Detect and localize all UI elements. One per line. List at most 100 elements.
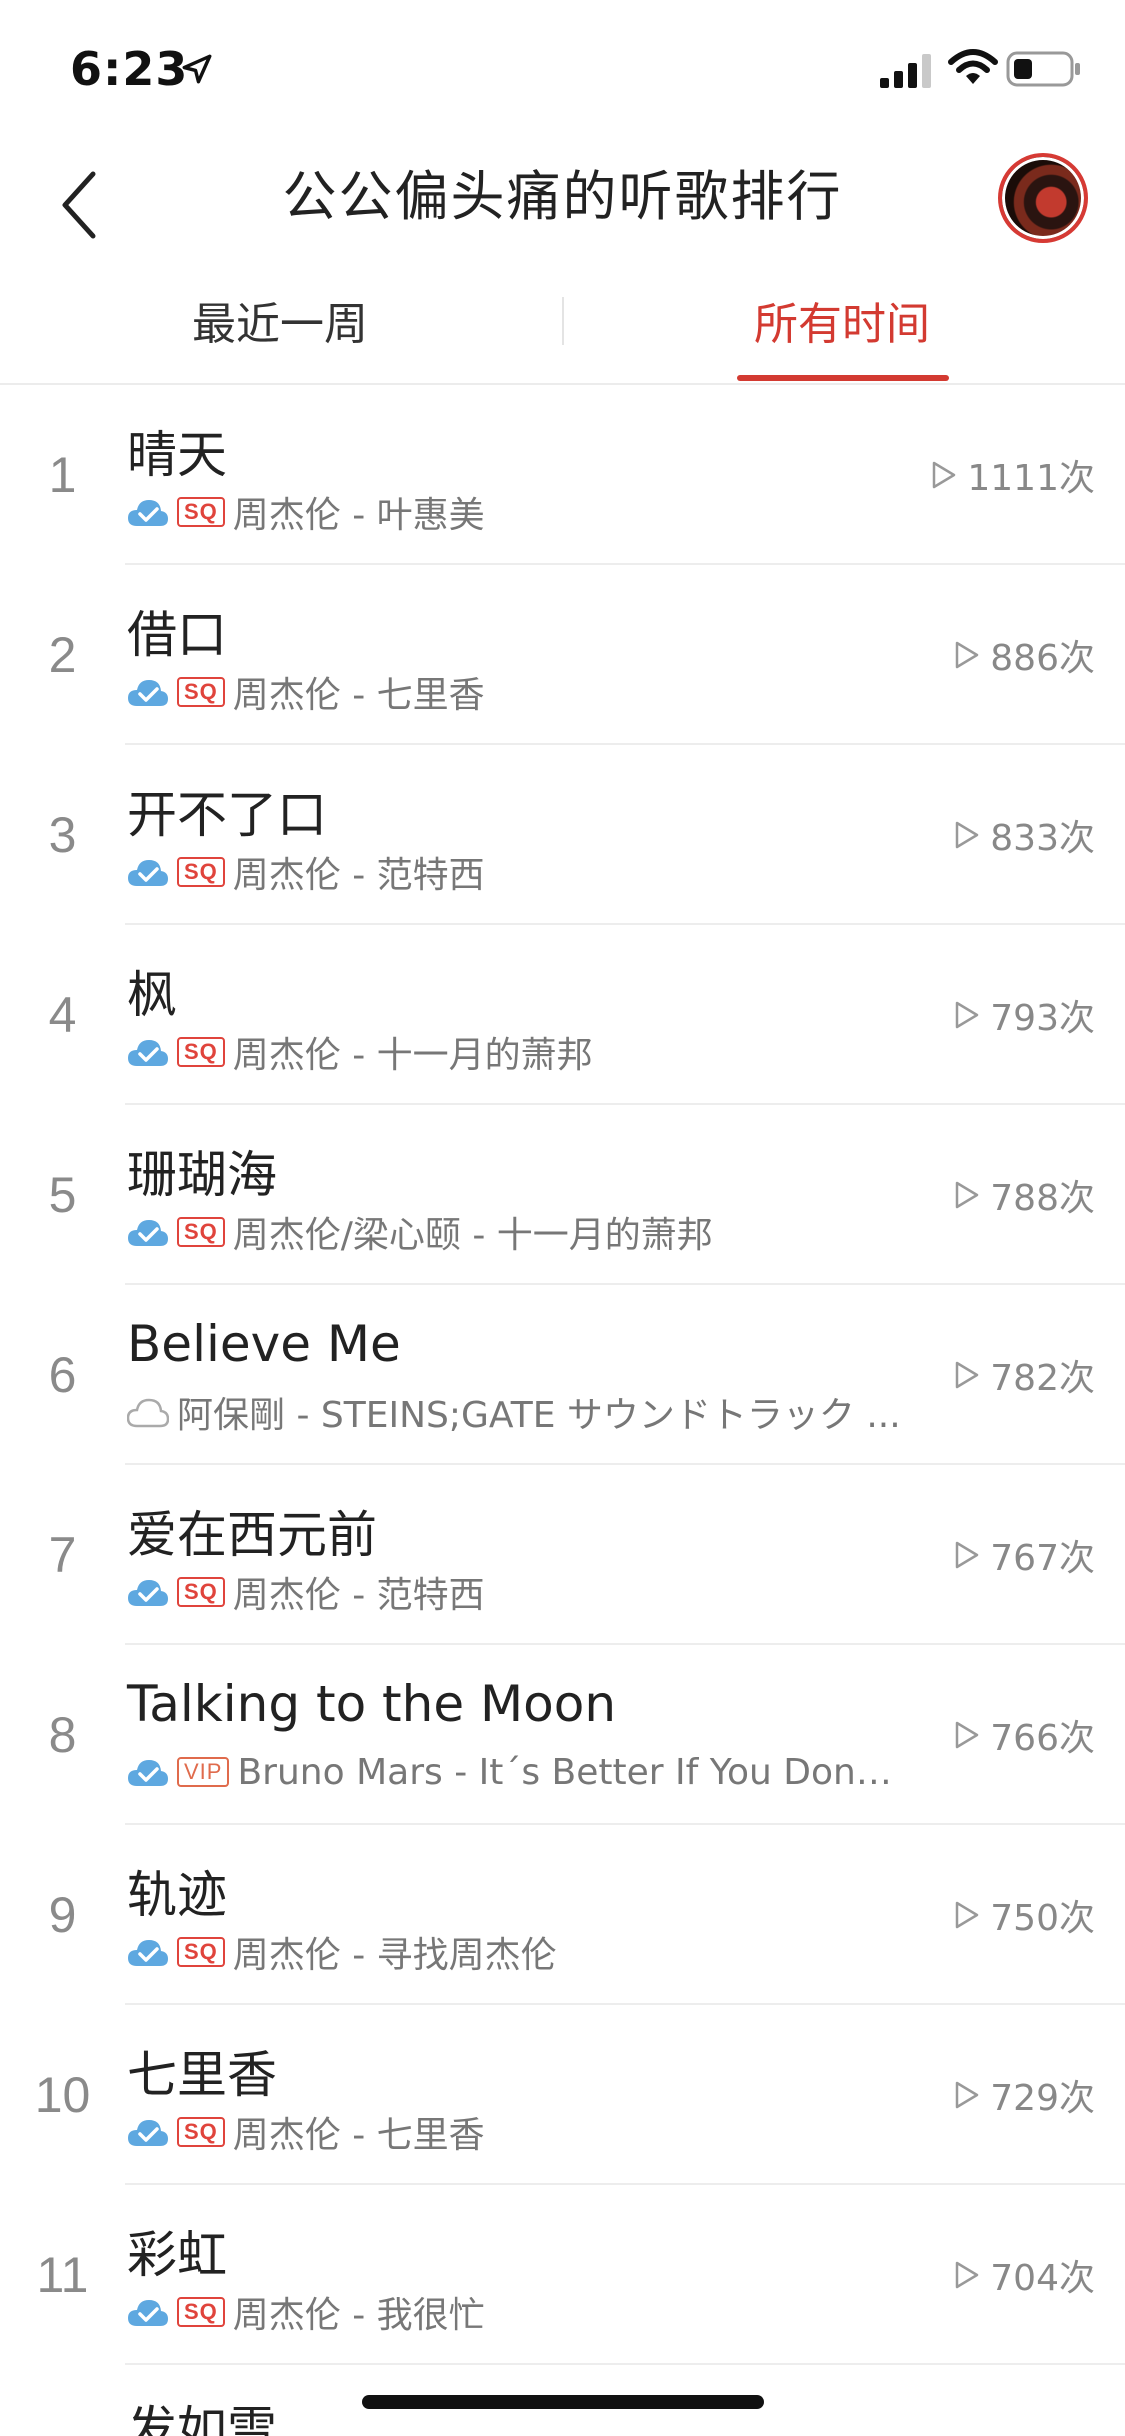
artist-album: 周杰伦 - 寻找周杰伦 [232, 1935, 557, 1974]
artist-album: 周杰伦 - 我很忙 [232, 2295, 485, 2334]
status-time: 6:23 [70, 42, 189, 96]
rank-number: 7 [48, 1527, 77, 1583]
play-count: 886次 [954, 565, 1095, 745]
song-row[interactable]: 10 七里香 SQ 周杰伦 - 七里香 729次 [0, 2005, 1125, 2185]
play-outline-icon [956, 2261, 979, 2289]
play-count-text: 788次 [990, 1178, 1095, 1219]
tab-bar: 最近一周 所有时间 [0, 275, 1125, 385]
cloud-check-icon [128, 500, 168, 526]
tab-all-time[interactable]: 所有时间 [642, 275, 1042, 385]
song-row[interactable]: 3 开不了口 SQ 周杰伦 - 范特西 833次 [0, 745, 1125, 925]
song-title: Believe Me [127, 1315, 401, 1373]
sq-badge: SQ [177, 1037, 225, 1067]
cloud-check-icon [128, 860, 168, 886]
play-count: 833次 [954, 745, 1095, 925]
artist-album: 周杰伦 - 十一月的萧邦 [232, 1035, 593, 1074]
song-row[interactable]: 1 晴天 SQ 周杰伦 - 叶惠美 1111次 [0, 385, 1125, 565]
song-row[interactable]: 9 轨迹 SQ 周杰伦 - 寻找周杰伦 750次 [0, 1825, 1125, 2005]
rank-number: 8 [48, 1707, 77, 1763]
cloud-outline-icon [127, 1398, 169, 1428]
song-row[interactable]: 7 爱在西元前 SQ 周杰伦 - 范特西 767次 [0, 1465, 1125, 1645]
play-count-text: 793次 [990, 998, 1095, 1039]
song-row[interactable]: 5 珊瑚海 SQ 周杰伦/梁心颐 - 十一月的萧邦 788次 [0, 1105, 1125, 1285]
cloud-check-icon [128, 1760, 168, 1786]
song-title: 七里香 [127, 2046, 277, 2104]
play-count-text: 729次 [990, 2078, 1095, 2119]
home-indicator[interactable] [362, 2395, 764, 2409]
artist-album: 周杰伦 - 七里香 [232, 2115, 485, 2154]
song-row[interactable]: 6 Believe Me 阿保剛 - STEINS;GATE サウンドトラック … [0, 1285, 1125, 1465]
location-arrow-icon [182, 54, 212, 84]
play-count: 766次 [954, 1645, 1095, 1825]
play-count-text: 767次 [990, 1538, 1095, 1579]
song-row[interactable]: 11 彩虹 SQ 周杰伦 - 我很忙 704次 [0, 2185, 1125, 2365]
cloud-check-icon [128, 1580, 168, 1606]
artist-album: 周杰伦 - 范特西 [232, 855, 485, 894]
play-outline-icon [956, 641, 979, 669]
song-meta: SQ 周杰伦 - 范特西 [127, 850, 485, 894]
song-title: 发如雪 [127, 2401, 277, 2436]
rank-number: 3 [48, 807, 77, 863]
battery-icon [1006, 51, 1080, 87]
song-title: 珊瑚海 [127, 1146, 277, 1204]
artist-album: 周杰伦 - 范特西 [232, 1575, 485, 1614]
song-title: 借口 [127, 606, 227, 664]
active-tab-indicator [737, 375, 949, 381]
artist-album: Bruno Mars - It´s Better If You Don´t... [237, 1751, 907, 1793]
play-outline-icon [956, 2081, 979, 2109]
rank-number: 4 [48, 987, 77, 1043]
play-count-text: 766次 [990, 1718, 1095, 1759]
song-title: 开不了口 [127, 786, 327, 844]
play-outline-icon [956, 1721, 979, 1749]
play-outline-icon [933, 461, 956, 489]
song-title: Talking to the Moon [127, 1675, 617, 1733]
artist-album: 周杰伦 - 七里香 [232, 675, 485, 714]
song-row[interactable]: 8 Talking to the Moon VIP Bruno Mars - I… [0, 1645, 1125, 1825]
rank-number: 9 [48, 1887, 77, 1943]
sq-badge: SQ [177, 2297, 225, 2327]
song-row[interactable]: 4 枫 SQ 周杰伦 - 十一月的萧邦 793次 [0, 925, 1125, 1105]
play-count: 704次 [954, 2185, 1095, 2365]
song-meta: SQ 周杰伦 - 叶惠美 [127, 490, 485, 534]
play-count: 782次 [954, 1285, 1095, 1465]
cloud-check-icon [128, 1940, 168, 1966]
song-meta: SQ 周杰伦 - 七里香 [127, 2110, 485, 2154]
song-meta: SQ 周杰伦 - 范特西 [127, 1570, 485, 1614]
play-count-text: 782次 [990, 1358, 1095, 1399]
sq-badge: SQ [177, 1937, 225, 1967]
sq-badge: SQ [177, 1577, 225, 1607]
vip-badge: VIP [177, 1757, 230, 1787]
play-count: 767次 [954, 1465, 1095, 1645]
cloud-check-icon [128, 2300, 168, 2326]
song-row[interactable]: 2 借口 SQ 周杰伦 - 七里香 886次 [0, 565, 1125, 745]
song-meta: VIP Bruno Mars - It´s Better If You Don´… [127, 1750, 907, 1794]
cloud-check-icon [128, 1220, 168, 1246]
play-count: 788次 [954, 1105, 1095, 1285]
play-count: 729次 [954, 2005, 1095, 2185]
play-count-text: 750次 [990, 1898, 1095, 1939]
artist-album: 周杰伦/梁心颐 - 十一月的萧邦 [232, 1215, 713, 1254]
sq-badge: SQ [177, 497, 225, 527]
header: 公公偏头痛的听歌排行 [0, 135, 1125, 265]
sq-badge: SQ [177, 2117, 225, 2147]
tab-divider [562, 297, 564, 345]
back-button[interactable] [44, 155, 114, 255]
artist-album: 周杰伦 - 叶惠美 [232, 495, 485, 534]
tab-recent-week[interactable]: 最近一周 [80, 275, 480, 385]
chevron-left-icon [62, 171, 96, 239]
song-meta: SQ 周杰伦 - 我很忙 [127, 2290, 485, 2334]
play-outline-icon [956, 1541, 979, 1569]
cloud-check-icon [128, 2120, 168, 2146]
rank-number: 5 [48, 1167, 77, 1223]
rank-number: 1 [48, 447, 77, 503]
sq-badge: SQ [177, 857, 225, 887]
song-meta: SQ 周杰伦 - 七里香 [127, 670, 485, 714]
song-meta: SQ 周杰伦/梁心颐 - 十一月的萧邦 [127, 1210, 713, 1254]
sq-badge: SQ [177, 677, 225, 707]
sq-badge: SQ [177, 1217, 225, 1247]
status-bar: 6:23 [0, 0, 1125, 135]
rank-number: 10 [34, 2067, 91, 2123]
play-outline-icon [956, 1361, 979, 1389]
play-count-text: 704次 [990, 2258, 1095, 2299]
avatar[interactable] [998, 153, 1088, 243]
